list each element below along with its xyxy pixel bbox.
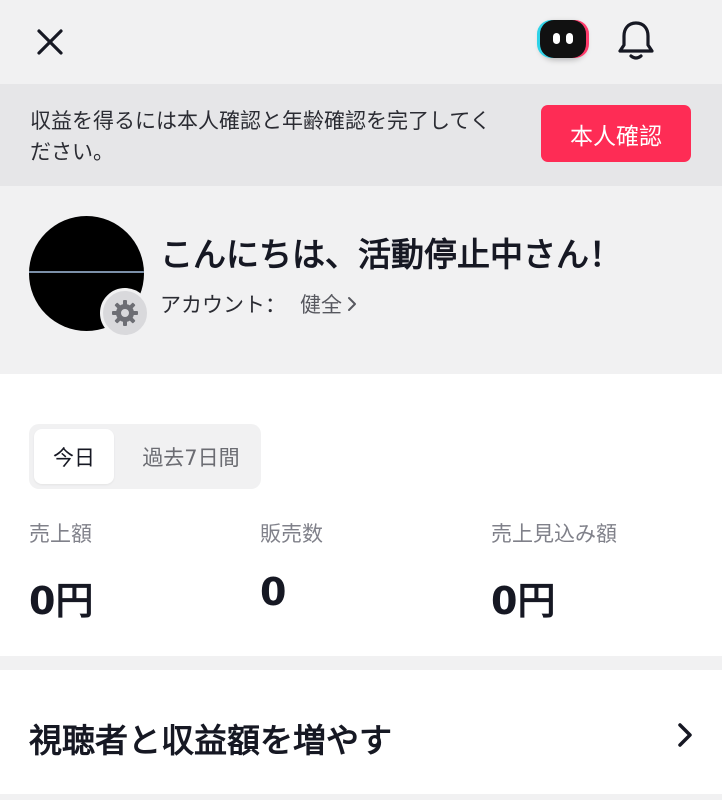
top-bar [0,0,722,84]
metric-sales-amount: 売上額 0円 [29,518,93,625]
chevron-right-icon [348,297,356,311]
metric-units-sold: 販売数 0 [260,518,323,614]
verify-identity-button[interactable]: 本人確認 [541,105,691,162]
notifications-button[interactable] [612,16,660,64]
metric-value: 0円 [29,579,94,623]
metric-label: 売上額 [29,522,92,546]
sales-stats-card: 今日 過去7日間 売上額 0円 販売数 0 売上見込み額 0円 [0,374,722,656]
gear-icon [112,300,138,326]
close-icon [37,29,63,55]
tab-last-7-days[interactable]: 過去7日間 [125,429,257,484]
grow-audience-row[interactable]: 視聴者と収益額を増やす [0,670,722,794]
assistant-bot-icon [540,20,586,58]
assistant-button[interactable] [536,14,590,64]
screen: 収益を得るには本人確認と年齢確認を完了してください。 本人確認 こんにちは、活動… [0,0,722,800]
account-status-row: アカウント： 健全 [160,289,358,319]
metric-value: 0円 [491,579,556,623]
chevron-right-icon [678,723,692,747]
period-selector: 今日 過去7日間 [29,424,261,489]
tab-today[interactable]: 今日 [34,429,114,484]
metric-value: 0 [260,570,287,614]
metric-label: 売上見込み額 [491,522,617,546]
metric-estimated-sales: 売上見込み額 0円 [491,518,617,625]
profile-section: こんにちは、活動停止中さん！ アカウント： 健全 [0,186,722,373]
metric-label: 販売数 [260,522,323,546]
close-button[interactable] [28,22,72,62]
greeting-title: こんにちは、活動停止中さん！ [160,235,622,274]
verification-message: 収益を得るには本人確認と年齢確認を完了してください。 [30,109,491,164]
settings-button[interactable] [100,288,150,338]
account-status-link[interactable]: 健全 [300,289,358,319]
account-label: アカウント： [160,293,286,317]
bell-icon [618,21,654,60]
grow-audience-title: 視聴者と収益額を増やす [29,721,392,760]
account-status-value: 健全 [300,293,342,317]
